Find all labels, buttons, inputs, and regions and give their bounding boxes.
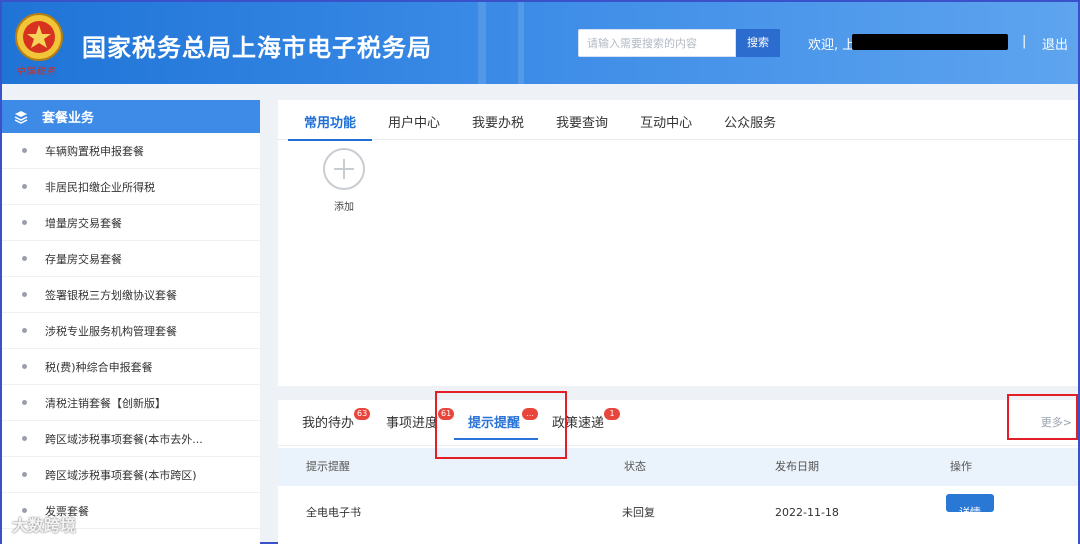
sidebar-item-label: 税(费)种综合申报套餐	[45, 360, 153, 374]
sidebar-item[interactable]: 增量房交易套餐	[2, 205, 260, 241]
add-function-button[interactable]: 添加	[322, 148, 366, 213]
bullet-icon	[22, 472, 27, 477]
column-header: 提示提醒	[306, 460, 350, 473]
annotation-highlight-more	[1007, 394, 1078, 440]
sidebar-item-label: 签署银税三方划缴协议套餐	[45, 288, 177, 302]
row-status: 未回复	[622, 506, 655, 519]
sidebar-item-label: 车辆购置税申报套餐	[45, 144, 144, 158]
tab-user-center[interactable]: 用户中心	[372, 100, 456, 140]
annotation-highlight-reminders	[435, 391, 567, 459]
table-row: 全电电子书 未回复 2022-11-18 详情	[278, 494, 1078, 532]
column-header: 操作	[950, 460, 972, 473]
table-header: 提示提醒 状态 发布日期 操作	[278, 448, 1078, 486]
plus-icon	[323, 148, 365, 190]
layers-icon	[14, 110, 28, 124]
add-label: 添加	[334, 202, 354, 213]
row-name: 全电电子书	[306, 506, 361, 519]
column-header: 发布日期	[775, 460, 819, 473]
bullet-icon	[22, 364, 27, 369]
bullet-icon	[22, 220, 27, 225]
todo-count-badge: 63	[354, 408, 371, 420]
column-header: 状态	[624, 460, 646, 473]
sidebar-item[interactable]: 跨区域涉税事项套餐(本市跨区)	[2, 457, 260, 493]
sidebar-heading-label: 套餐业务	[42, 111, 95, 126]
bullet-icon	[22, 436, 27, 441]
header-separator: |	[1022, 34, 1027, 49]
tab-tax-filing[interactable]: 我要办税	[456, 100, 540, 140]
sidebar-item-label: 涉税专业服务机构管理套餐	[45, 324, 177, 338]
bullet-icon	[22, 292, 27, 297]
site-title: 国家税务总局上海市电子税务局	[82, 34, 432, 62]
redacted-username	[852, 34, 1008, 50]
sidebar-item-label: 存量房交易套餐	[45, 252, 122, 266]
tab-interaction-center[interactable]: 互动中心	[624, 100, 708, 140]
sidebar-item[interactable]: 车辆购置税申报套餐	[2, 133, 260, 169]
details-button[interactable]: 详情	[946, 494, 994, 519]
search-input[interactable]	[578, 29, 736, 57]
sidebar-item-label: 跨区域涉税事项套餐(本市跨区)	[45, 468, 197, 482]
sidebar-item[interactable]: 存量房交易套餐	[2, 241, 260, 277]
row-date: 2022-11-18	[775, 506, 839, 519]
notice-panel: 我的待办 63 事项进度 61 提示提醒 ... 政策速递 1 更多> 提示提醒…	[278, 400, 1078, 544]
sidebar-item[interactable]: 清税注销套餐【创新版】	[2, 385, 260, 421]
function-panel: 常用功能 用户中心 我要办税 我要查询 互动中心 公众服务 添加	[278, 100, 1078, 386]
tab-my-todo[interactable]: 我的待办	[302, 412, 354, 431]
sidebar-item-label: 增量房交易套餐	[45, 216, 122, 230]
sidebar-item[interactable]: 非居民扣缴企业所得税	[2, 169, 260, 205]
bullet-icon	[22, 184, 27, 189]
tab-progress[interactable]: 事项进度	[386, 412, 438, 431]
welcome-text: 欢迎, 上	[808, 38, 856, 53]
search-button[interactable]: 搜索	[736, 29, 780, 57]
emblem-script-text: 中国税务	[16, 67, 57, 77]
tax-emblem-icon	[15, 13, 63, 61]
notice-tabs: 我的待办 63 事项进度 61 提示提醒 ... 政策速递 1 更多>	[278, 400, 1078, 446]
sidebar-item-label: 清税注销套餐【创新版】	[45, 396, 166, 410]
tab-query[interactable]: 我要查询	[540, 100, 624, 140]
bullet-icon	[22, 256, 27, 261]
sidebar-item[interactable]: 税(费)种综合申报套餐	[2, 349, 260, 385]
policy-count-badge: 1	[604, 408, 620, 420]
sidebar-item-label: 跨区域涉税事项套餐(本市去外...	[45, 432, 203, 446]
sidebar-item[interactable]: 涉税专业服务机构管理套餐	[2, 313, 260, 349]
bullet-icon	[22, 400, 27, 405]
sidebar-item[interactable]: 跨区域涉税事项套餐(本市去外...	[2, 421, 260, 457]
sidebar-item-label: 非居民扣缴企业所得税	[45, 180, 155, 194]
bullet-icon	[22, 148, 27, 153]
main-tabs: 常用功能 用户中心 我要办税 我要查询 互动中心 公众服务	[278, 100, 1078, 141]
sidebar-item[interactable]: 签署银税三方划缴协议套餐	[2, 277, 260, 313]
watermark-text: 大数跨境	[12, 516, 77, 535]
sidebar-heading[interactable]: 套餐业务	[2, 100, 260, 133]
top-header: 中国税务 国家税务总局上海市电子税务局 搜索 欢迎, 上 | 退出	[2, 2, 1078, 84]
tab-common-functions[interactable]: 常用功能	[288, 100, 373, 141]
bullet-icon	[22, 328, 27, 333]
tab-public-service[interactable]: 公众服务	[708, 100, 792, 140]
logout-link[interactable]: 退出	[1042, 34, 1068, 53]
sidebar: 套餐业务 车辆购置税申报套餐 非居民扣缴企业所得税 增量房交易套餐 存量房交易套…	[2, 100, 260, 544]
